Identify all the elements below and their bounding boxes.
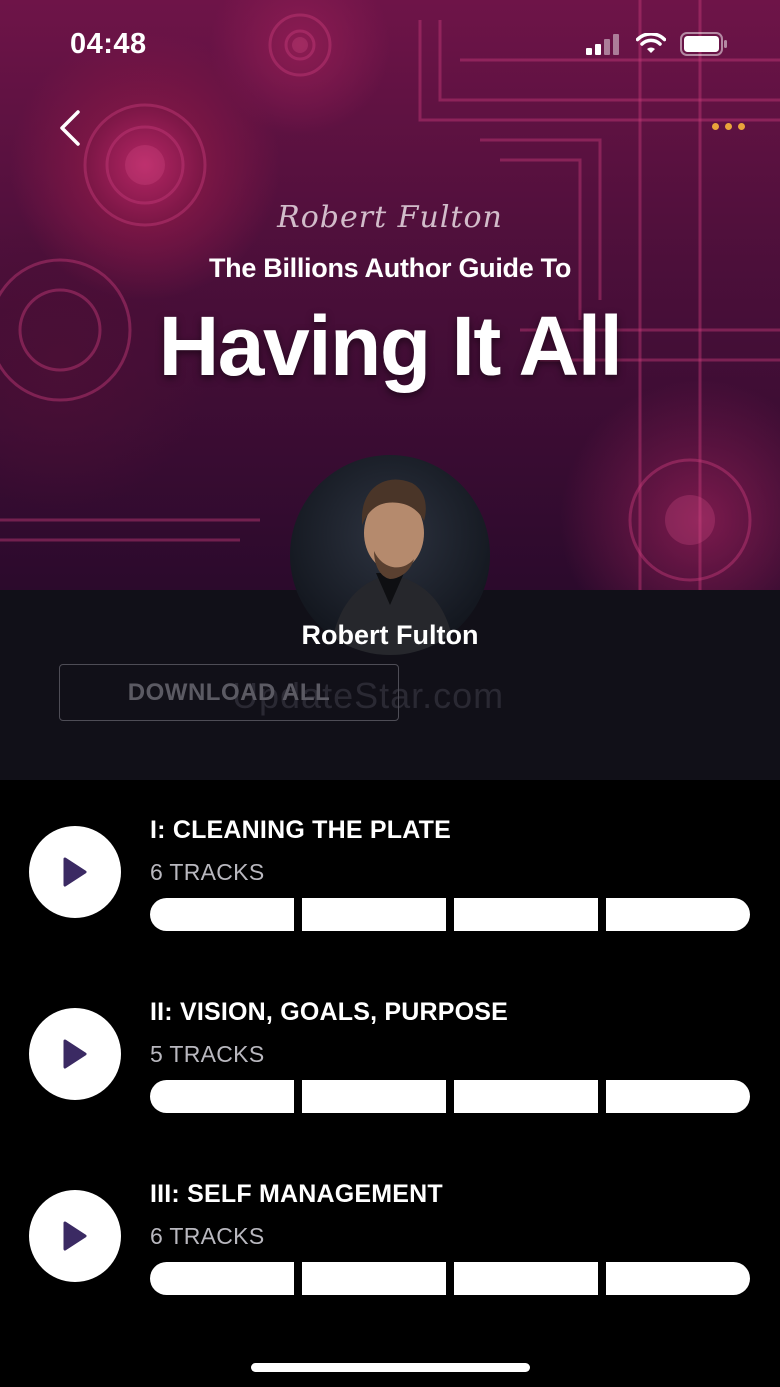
play-button[interactable]	[29, 826, 121, 918]
download-all-button[interactable]: DOWNLOAD ALL	[59, 664, 399, 721]
author-name[interactable]: Robert Fulton	[0, 620, 780, 651]
progress-segment	[150, 1262, 294, 1295]
module-title: I: Cleaning the Plate	[150, 816, 451, 844]
play-button[interactable]	[29, 1190, 121, 1282]
album-subtitle: The Billions Author Guide To	[208, 253, 572, 283]
signal-icon	[586, 34, 619, 55]
progress-segment	[302, 1080, 446, 1113]
progress-segment	[454, 898, 598, 931]
module-track-count: 5 TRACKS	[150, 1041, 265, 1067]
status-icons	[586, 30, 728, 58]
module-progress-bar	[150, 1262, 750, 1295]
author-signature-logo: Robert Fulton	[277, 200, 503, 235]
wifi-icon	[636, 33, 666, 53]
progress-segment	[606, 898, 750, 931]
home-indicator[interactable]	[251, 1363, 530, 1372]
module-item[interactable]: II: Vision, Goals, Purpose 5 TRACKS	[0, 992, 780, 1132]
play-button[interactable]	[29, 1008, 121, 1100]
module-track-count: 6 TRACKS	[150, 1223, 265, 1249]
module-title: II: Vision, Goals, Purpose	[150, 998, 509, 1026]
progress-segment	[606, 1080, 750, 1113]
progress-segment	[302, 898, 446, 931]
back-button[interactable]	[52, 106, 92, 150]
module-progress-bar	[150, 898, 750, 931]
progress-segment	[606, 1262, 750, 1295]
play-icon	[63, 857, 87, 887]
play-icon	[63, 1039, 87, 1069]
module-progress-bar	[150, 1080, 750, 1113]
more-horizontal-icon	[711, 122, 719, 130]
chevron-left-icon	[60, 110, 80, 146]
play-icon	[63, 1221, 87, 1251]
album-title: Having It All	[158, 299, 623, 393]
more-options-button[interactable]	[708, 114, 748, 138]
module-item[interactable]: I: Cleaning the Plate 6 TRACKS	[0, 810, 780, 950]
battery-icon	[680, 32, 727, 56]
progress-segment	[150, 1080, 294, 1113]
module-item[interactable]: III: Self Management 6 TRACKS	[0, 1174, 780, 1314]
module-title: III: Self Management	[150, 1180, 443, 1208]
module-track-count: 6 TRACKS	[150, 859, 265, 885]
progress-segment	[454, 1080, 598, 1113]
progress-segment	[302, 1262, 446, 1295]
progress-segment	[454, 1262, 598, 1295]
progress-segment	[150, 898, 294, 931]
status-time: 04:48	[70, 28, 147, 60]
